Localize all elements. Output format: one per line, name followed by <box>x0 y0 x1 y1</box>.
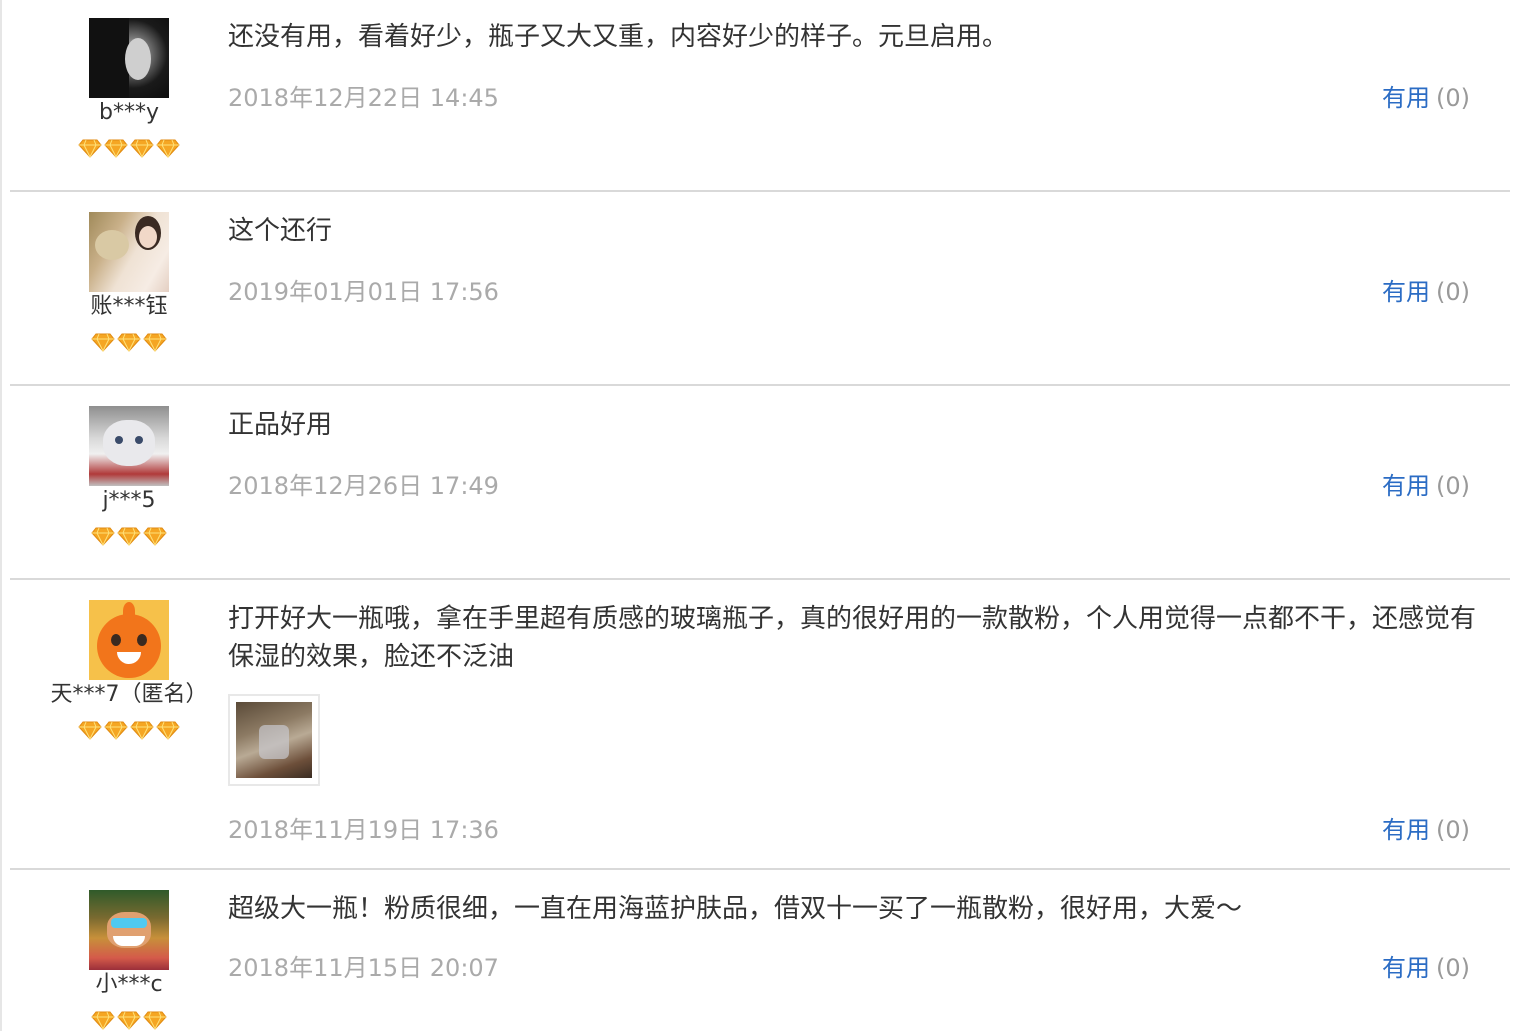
review-body: 超级大一瓶！粉质很细，一直在用海蓝护肤品，借双十一买了一瓶散粉，很好用，大爱～ <box>228 890 1498 928</box>
review-text: 打开好大一瓶哦，拿在手里超有质感的玻璃瓶子，真的很好用的一款散粉，个人用觉得一点… <box>228 604 1477 672</box>
avatar <box>89 406 169 486</box>
review-meta: 2019年01月01日 17:56 有用 (0) <box>228 272 1470 307</box>
diamond-icon <box>156 139 180 158</box>
diamond-icon <box>117 527 141 546</box>
review-item: 小***c 超级大一瓶！粉质很细，一直在用海蓝护肤品，借双十一买了一瓶散粉，很好… <box>10 870 1510 1032</box>
reviewer-name: b***y <box>99 100 159 125</box>
member-level <box>10 332 248 352</box>
member-level <box>10 720 248 740</box>
review-body: 还没有用，看着好少，瓶子又大又重，内容好少的样子。元旦启用。 <box>228 18 1498 56</box>
diamond-icon <box>104 721 128 740</box>
reviewer-name: 小***c <box>95 972 163 997</box>
useful-label[interactable]: 有用 <box>1382 472 1430 500</box>
reviewer-name: j***5 <box>102 488 156 513</box>
useful-count: (0) <box>1436 954 1470 982</box>
diamond-icon <box>143 1011 167 1030</box>
left-border <box>0 0 2 1031</box>
diamond-icon <box>78 721 102 740</box>
review-item: b***y 还没有用，看着好少，瓶子又大又重，内容好少的样子。元旦启用。 201… <box>10 0 1510 192</box>
avatar <box>89 212 169 292</box>
useful-button[interactable]: 有用 (0) <box>1382 948 1470 983</box>
useful-label[interactable]: 有用 <box>1382 816 1430 844</box>
reviewer-info: 小***c <box>10 890 248 1030</box>
useful-count: (0) <box>1436 278 1470 306</box>
review-meta: 2018年12月26日 17:49 有用 (0) <box>228 466 1470 501</box>
photo-thumbnail[interactable] <box>236 702 312 778</box>
review-date: 2019年01月01日 17:56 <box>228 278 499 306</box>
review-item: j***5 正品好用 2018年12月26日 17:49 有用 (0) <box>10 386 1510 580</box>
review-meta: 2018年11月15日 20:07 有用 (0) <box>228 948 1470 983</box>
reviewer-info: b***y <box>10 18 248 158</box>
review-item: 账***钰 这个还行 2019年01月01日 17:56 有用 (0) <box>10 192 1510 386</box>
useful-count: (0) <box>1436 84 1470 112</box>
review-body: 这个还行 <box>228 212 1498 250</box>
reviewer-name: 账***钰 <box>90 294 168 319</box>
member-level <box>10 138 248 158</box>
diamond-icon <box>104 139 128 158</box>
review-text: 还没有用，看着好少，瓶子又大又重，内容好少的样子。元旦启用。 <box>228 22 1009 52</box>
useful-count: (0) <box>1436 816 1470 844</box>
review-meta: 2018年11月19日 17:36 有用 (0) <box>228 810 1470 845</box>
diamond-icon <box>91 333 115 352</box>
reviewer-info: 账***钰 <box>10 212 248 352</box>
review-date: 2018年11月19日 17:36 <box>228 816 499 844</box>
review-body: 打开好大一瓶哦，拿在手里超有质感的玻璃瓶子，真的很好用的一款散粉，个人用觉得一点… <box>228 600 1498 786</box>
useful-label[interactable]: 有用 <box>1382 84 1430 112</box>
review-text: 这个还行 <box>228 216 333 246</box>
avatar <box>89 600 169 680</box>
diamond-icon <box>130 721 154 740</box>
reviewer-name: 天***7（匿名） <box>50 682 208 707</box>
diamond-icon <box>130 139 154 158</box>
reviewer-info: j***5 <box>10 406 248 546</box>
useful-button[interactable]: 有用 (0) <box>1382 466 1470 501</box>
useful-button[interactable]: 有用 (0) <box>1382 272 1470 307</box>
diamond-icon <box>117 1011 141 1030</box>
diamond-icon <box>117 333 141 352</box>
diamond-icon <box>91 527 115 546</box>
member-level <box>10 1010 248 1030</box>
review-item: 天***7（匿名） 打开好大一瓶哦，拿在手里超有质感的玻璃瓶子，真的很好用的一款… <box>10 580 1510 870</box>
review-text: 超级大一瓶！粉质很细，一直在用海蓝护肤品，借双十一买了一瓶散粉，很好用，大爱～ <box>228 894 1243 924</box>
review-photo[interactable] <box>228 694 320 786</box>
diamond-icon <box>156 721 180 740</box>
avatar <box>89 890 169 970</box>
review-list: b***y 还没有用，看着好少，瓶子又大又重，内容好少的样子。元旦启用。 201… <box>10 0 1510 1032</box>
diamond-icon <box>143 333 167 352</box>
useful-button[interactable]: 有用 (0) <box>1382 810 1470 845</box>
member-level <box>10 526 248 546</box>
review-text: 正品好用 <box>228 410 333 440</box>
review-date: 2018年11月15日 20:07 <box>228 954 499 982</box>
review-body: 正品好用 <box>228 406 1498 444</box>
diamond-icon <box>78 139 102 158</box>
useful-label[interactable]: 有用 <box>1382 278 1430 306</box>
review-date: 2018年12月22日 14:45 <box>228 84 499 112</box>
diamond-icon <box>143 527 167 546</box>
useful-count: (0) <box>1436 472 1470 500</box>
reviewer-info: 天***7（匿名） <box>10 600 248 740</box>
review-date: 2018年12月26日 17:49 <box>228 472 499 500</box>
useful-button[interactable]: 有用 (0) <box>1382 78 1470 113</box>
avatar <box>89 18 169 98</box>
diamond-icon <box>91 1011 115 1030</box>
review-meta: 2018年12月22日 14:45 有用 (0) <box>228 78 1470 113</box>
useful-label[interactable]: 有用 <box>1382 954 1430 982</box>
